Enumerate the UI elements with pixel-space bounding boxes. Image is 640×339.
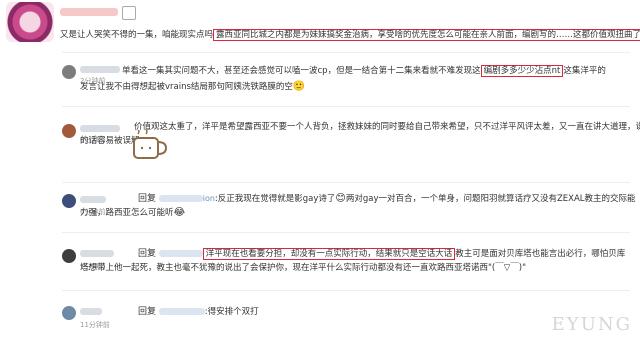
comment-text: 回复 :得安排个双打 [138, 305, 259, 319]
comment-line-tail: 这集洋平的 [563, 66, 606, 76]
avatar[interactable] [62, 65, 76, 79]
avatar[interactable] [62, 124, 76, 138]
mention-tail[interactable]: ion [203, 194, 215, 203]
comment-line: 发言让我不由得想起被vrains结局那句阿姨洗铁路膜的空 [80, 82, 293, 92]
reply-label[interactable]: 回复 [138, 307, 156, 317]
emoji-icon: 🙂 [292, 81, 306, 92]
comment-line: :得安排个双打 [204, 307, 259, 317]
comment-line: 力强，路西亚怎么可能听 [80, 208, 174, 218]
reply-label[interactable]: 回复 [138, 249, 156, 259]
emoji-icon: 😂 [173, 207, 186, 218]
comment-text: 单看这一集其实问题不大，甚至还会感觉可以嗑一波cp，但是一结合第十二集来看就不难… [122, 64, 606, 78]
highlighted-text: 编剧多多少少沾点nt [480, 65, 564, 77]
comment-text-start: 又是让人哭笑不得的一集，咱能现实点吗 [60, 30, 214, 40]
comment-text-line2: 力强，路西亚怎么可能听😂 [80, 206, 185, 220]
avatar[interactable] [62, 249, 76, 263]
divider [62, 182, 630, 183]
watermark-logo: EYUNG [551, 314, 632, 335]
divider [62, 232, 630, 233]
reply-label[interactable]: 回复 [138, 194, 156, 204]
divider [62, 52, 630, 53]
comment-text: 回复 ion:反正我现在觉得就是影gay诗了😊两对gay一对百合，一个单身，问题… [138, 192, 636, 206]
username-blurred[interactable] [80, 196, 106, 203]
comment-line: :反正我现在觉得就是影gay诗了 [214, 194, 336, 204]
comment-text: 价值观这太重了，洋平是希望露西亚不要一个人背负，拯救妹妹的同时要给自己带来希望，… [134, 120, 640, 134]
comment-line: 单看这一集其实问题不大，甚至还会感觉可以嗑一波cp，但是一结合第十二集来看就不难… [122, 66, 481, 76]
username-blurred[interactable] [80, 125, 120, 132]
mention-blurred[interactable] [158, 195, 203, 202]
badge-icon [122, 6, 136, 20]
divider [62, 106, 630, 107]
comment-text-line2: 塔想带上他一起死，教主也毫不犹豫的说出了会保护你，现在洋平什么实际行动都没有还一… [80, 261, 526, 275]
comment-time: 11分钟前 [80, 321, 110, 329]
mention-blurred[interactable] [158, 250, 203, 257]
comment-line: 塔想带上他一起死，教主也毫不犹豫的说出了会保护你，现在洋平什么实际行动都没有还一… [80, 263, 526, 273]
avatar[interactable] [62, 306, 76, 320]
comment-line-tail: 教主可是面对贝库塔也能言出必行，哪怕贝库 [455, 249, 626, 259]
emoji-icon: 😊 [335, 193, 346, 204]
username-blurred[interactable] [80, 66, 120, 73]
divider [62, 290, 630, 291]
highlighted-text: 洋平现在也看要分担，却没有一点实际行动，结果就只是空话大话 [202, 248, 456, 260]
comment-text: 回复 洋平现在也看要分担，却没有一点实际行动，结果就只是空话大话 教主可是面对贝库… [138, 247, 625, 261]
username-blurred[interactable] [80, 308, 102, 315]
avatar[interactable] [6, 2, 54, 42]
comment-text-line2: 发言让我不由得想起被vrains结局那句阿姨洗铁路膜的空🙂 [80, 80, 305, 94]
mention-blurred[interactable] [158, 308, 205, 315]
avatar[interactable] [62, 194, 76, 208]
coffee-cup-icon [133, 130, 168, 159]
comment-line: 价值观这太重了，洋平是希望露西亚不要一个人背负，拯救妹妹的同时要给自己带来希望，… [134, 122, 640, 132]
username-blurred[interactable] [60, 8, 118, 19]
username-blurred[interactable] [80, 250, 114, 257]
highlighted-text: 露西亚同比城之内都是为妹妹搞奖金治病，享受啥的优先度怎么可能在亲人前面，编剧写的… [213, 29, 640, 41]
comment-text: 又是让人哭笑不得的一集，咱能现实点吗 露西亚同比城之内都是为妹妹搞奖金治病，享受啥… [60, 28, 640, 42]
comment-line: 两对gay一对百合，一个单身，问题阳羽就算话疗又没有ZEXAL教主的交际能 [345, 194, 636, 204]
